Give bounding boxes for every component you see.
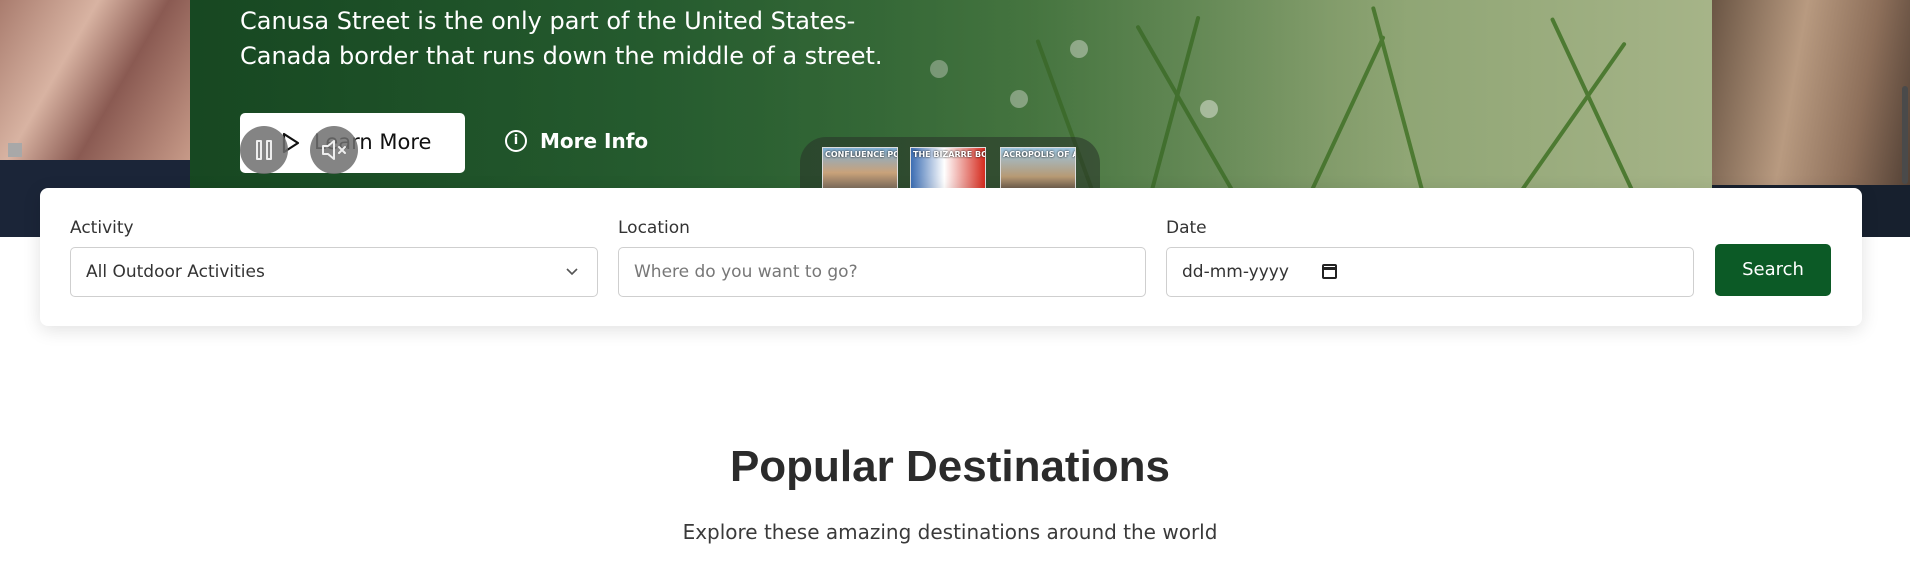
location-input[interactable]: Where do you want to go? (618, 247, 1146, 297)
slide-indicator (8, 143, 22, 157)
video-thumbnail[interactable]: ACROPOLIS OF ATHENS (1000, 147, 1076, 190)
section-title: Popular Destinations (729, 442, 1171, 491)
mute-button[interactable] (310, 126, 358, 174)
section-subtitle: Explore these amazing destinations aroun… (682, 520, 1218, 544)
pause-button[interactable] (240, 126, 288, 174)
video-thumbnail-strip: CONFLUENCE POINT EARTH THE BIZARRE BORDE… (800, 137, 1100, 190)
location-placeholder: Where do you want to go? (634, 262, 858, 282)
thumbnail-caption: CONFLUENCE POINT EARTH (825, 150, 897, 159)
page: Canusa Street is the only part of the Un… (0, 0, 1910, 571)
chevron-down-icon (565, 263, 579, 282)
mute-icon (310, 140, 358, 178)
info-icon: i (505, 130, 527, 152)
search-button[interactable]: Search (1715, 244, 1831, 296)
date-label: Date (1166, 218, 1207, 238)
activity-label: Activity (70, 218, 134, 238)
activity-select[interactable]: All Outdoor Activities (70, 247, 598, 297)
hero-description: Canusa Street is the only part of the Un… (240, 7, 883, 70)
hero-prev-slide-preview[interactable] (0, 0, 190, 160)
date-placeholder: dd-mm-yyyy (1182, 262, 1289, 282)
thumbnail-caption: THE BIZARRE BORDER (913, 150, 985, 159)
page-scrollbar-thumb[interactable] (1902, 86, 1908, 184)
date-input[interactable]: dd-mm-yyyy (1166, 247, 1694, 297)
more-info-label: More Info (540, 129, 649, 153)
search-card: Activity All Outdoor Activities Location… (40, 188, 1862, 326)
thumbnail-caption: ACROPOLIS OF ATHENS (1003, 150, 1075, 159)
location-label: Location (618, 218, 690, 238)
video-thumbnail[interactable]: CONFLUENCE POINT EARTH (822, 147, 898, 190)
activity-select-value: All Outdoor Activities (86, 262, 265, 282)
video-thumbnail[interactable]: THE BIZARRE BORDER (910, 147, 986, 190)
calendar-icon[interactable] (1322, 264, 1337, 279)
